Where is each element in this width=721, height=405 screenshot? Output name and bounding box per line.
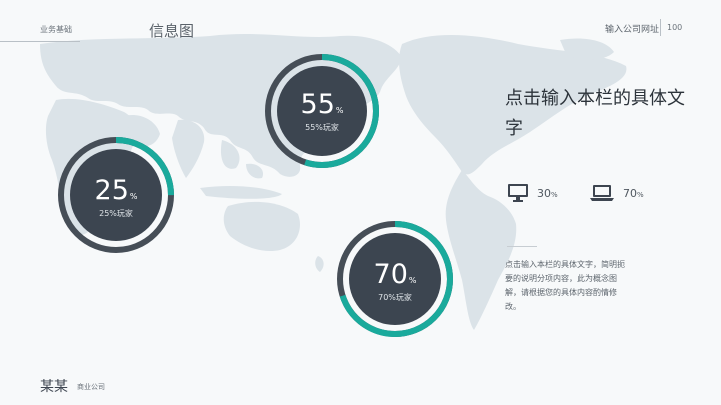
ring-caption: 55%玩家 bbox=[305, 123, 339, 132]
progress-ring: 55% 55%玩家 bbox=[263, 52, 381, 170]
ring-value: 55% bbox=[300, 89, 344, 120]
ring-value: 70% bbox=[373, 259, 417, 290]
device-stat-laptop: 70% bbox=[589, 183, 644, 203]
device-value: 30% bbox=[537, 186, 558, 200]
progress-ring: 70% 70%玩家 bbox=[335, 219, 455, 339]
monitor-icon bbox=[508, 184, 528, 202]
panel-divider bbox=[507, 246, 537, 247]
ring-caption: 25%玩家 bbox=[99, 209, 133, 218]
company-name: 某某 bbox=[40, 379, 68, 395]
ring-unit: % bbox=[408, 276, 417, 285]
ring-unit: % bbox=[129, 192, 138, 201]
page-number: 100 bbox=[667, 23, 683, 32]
header-divider bbox=[660, 19, 661, 36]
description-text: 点击输入本栏的具体文字，简明扼要的说明分项内容，此为概念图解，请根据您的具体内容… bbox=[505, 260, 625, 311]
ring-unit: % bbox=[335, 106, 344, 115]
device-value: 70% bbox=[623, 186, 644, 200]
company-url: 输入公司网址 bbox=[605, 25, 660, 35]
device-stat-desktop: 30% bbox=[507, 183, 558, 203]
headline: 点击输入本栏的具体文字 bbox=[505, 88, 685, 139]
ring-caption: 70%玩家 bbox=[378, 293, 412, 302]
company-suffix: 商业公司 bbox=[77, 383, 105, 391]
device-unit: % bbox=[637, 190, 644, 199]
section-tag: 业务基础 bbox=[40, 25, 72, 34]
progress-ring: 25% 25%玩家 bbox=[56, 135, 176, 255]
ring-value: 25% bbox=[94, 175, 138, 206]
device-unit: % bbox=[551, 190, 558, 199]
page-title: 信息图 bbox=[149, 22, 195, 40]
header-rule bbox=[0, 41, 80, 42]
laptop-icon bbox=[590, 185, 614, 201]
